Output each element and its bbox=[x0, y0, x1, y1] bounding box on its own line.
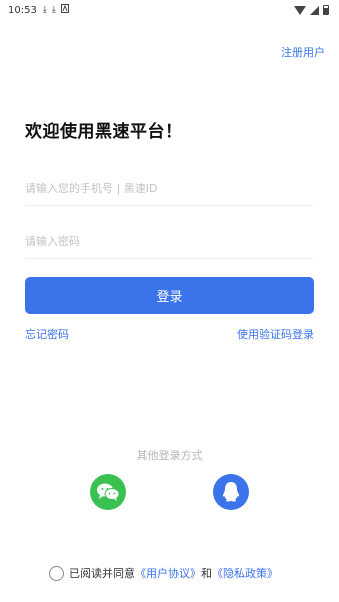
signal-icon bbox=[310, 5, 319, 15]
agreement-and: 和 bbox=[201, 567, 212, 580]
privacy-policy-link[interactable]: 《隐私政策》 bbox=[212, 565, 278, 581]
qq-login-button[interactable] bbox=[213, 474, 249, 510]
download-icon: ⤓ bbox=[42, 4, 47, 15]
phone-input[interactable] bbox=[25, 182, 314, 195]
password-field bbox=[25, 225, 314, 259]
password-input[interactable] bbox=[25, 235, 314, 248]
login-button[interactable]: 登录 bbox=[25, 277, 314, 314]
download-icon: ⤓ bbox=[51, 4, 56, 15]
wifi-icon bbox=[294, 5, 306, 15]
qq-icon bbox=[222, 482, 240, 502]
phone-field bbox=[25, 172, 314, 206]
agreement-row: 已阅读并同意 《用户协议》 和 《隐私政策》 bbox=[49, 565, 278, 581]
forgot-password-link[interactable]: 忘记密码 bbox=[25, 326, 69, 342]
status-bar: 10:53 ⤓ ⤓ bbox=[0, 0, 339, 20]
agreement-prefix: 已阅读并同意 bbox=[69, 567, 135, 580]
wechat-login-button[interactable] bbox=[90, 474, 126, 510]
battery-icon bbox=[323, 5, 329, 15]
user-agreement-link[interactable]: 《用户协议》 bbox=[135, 565, 201, 581]
status-time: 10:53 bbox=[8, 4, 37, 16]
code-login-link[interactable]: 使用验证码登录 bbox=[237, 326, 314, 342]
a-icon bbox=[60, 4, 69, 16]
wechat-icon bbox=[97, 483, 120, 501]
agreement-checkbox[interactable] bbox=[49, 565, 64, 581]
welcome-title: 欢迎使用黑速平台！ bbox=[25, 122, 183, 142]
other-login-title: 其他登录方式 bbox=[136, 449, 203, 462]
register-link[interactable]: 注册用户 bbox=[281, 44, 325, 60]
status-right bbox=[294, 5, 329, 15]
